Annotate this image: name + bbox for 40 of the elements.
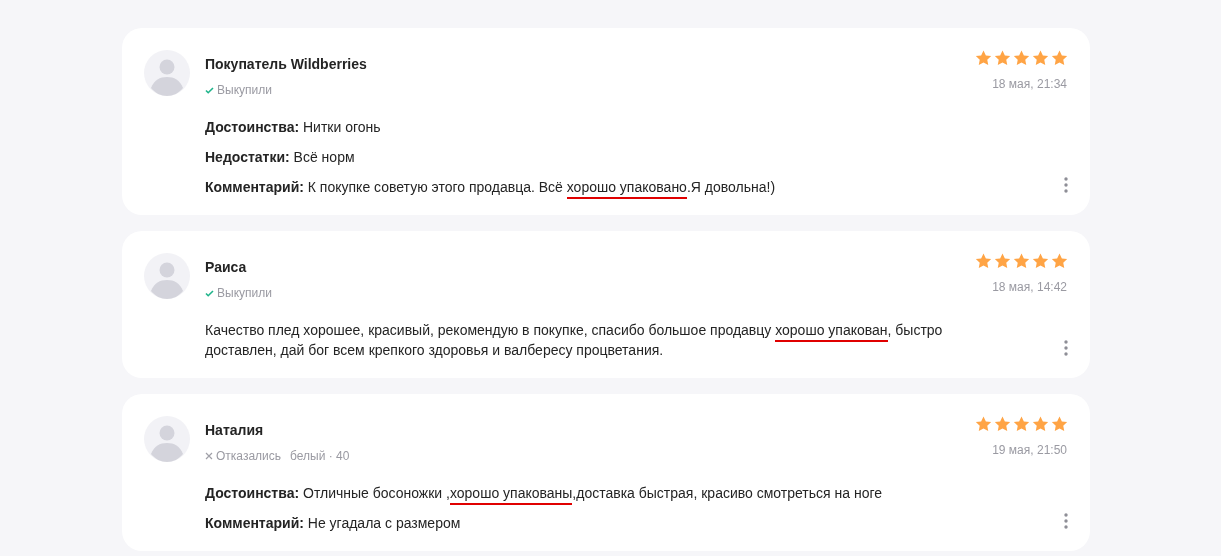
author-name: Раиса (205, 258, 248, 277)
review-text: Комментарий: К покупке советую этого продавца. Всё хорошо упаковано.Я довольна!) (205, 177, 958, 197)
review-text: Достоинства: Отличные босоножки ,хорошо упакованы,доставка быстрая, красиво смотреться на ноге (205, 483, 958, 503)
star-icon (994, 416, 1011, 432)
purchase-status: Выкупили (217, 285, 272, 302)
star-icon (975, 253, 992, 269)
purchase-status: Выкупили (217, 82, 272, 99)
star-icon (994, 50, 1011, 66)
author-name: Покупатель Wildberries (205, 55, 368, 74)
star-icon (1032, 253, 1049, 269)
more-icon[interactable] (1064, 177, 1068, 193)
check-icon (205, 86, 214, 94)
review-text: Качество плед хорошее, красивый, рекомендую в покупке, спасибо большое продавцу хорошо упакован, быстро доставлен, дай бог всем крепкого здоровья и валбересу процветания. (205, 321, 944, 360)
star-icon (1013, 50, 1030, 66)
star-icon (1013, 253, 1030, 269)
star-icon (975, 416, 992, 432)
star-icon (1051, 416, 1068, 432)
purchase-status: Отказались (216, 448, 281, 465)
avatar-icon (144, 253, 190, 299)
star-icon (975, 50, 992, 66)
avatar-icon (144, 416, 190, 462)
more-icon[interactable] (1064, 340, 1068, 356)
more-icon[interactable] (1064, 513, 1068, 529)
star-icon (1032, 416, 1049, 432)
author-name: Наталия (205, 421, 265, 440)
cross-icon (205, 452, 213, 460)
star-icon (994, 253, 1011, 269)
star-icon (1032, 50, 1049, 66)
review-text: Комментарий: Не угадала с размером (205, 514, 462, 533)
review-date: 19 мая, 21:50 (992, 442, 1068, 459)
review-date: 18 мая, 21:34 (992, 76, 1068, 93)
check-icon (205, 289, 214, 297)
product-variant: белый · 40 (290, 448, 350, 465)
review-date: 18 мая, 14:42 (992, 279, 1068, 296)
star-icon (1051, 253, 1068, 269)
star-icon (1051, 50, 1068, 66)
avatar-icon (144, 50, 190, 96)
review-text: Недостатки: Всё норм (205, 148, 356, 167)
star-icon (1013, 416, 1030, 432)
review-text: Достоинства: Нитки огонь (205, 118, 382, 137)
